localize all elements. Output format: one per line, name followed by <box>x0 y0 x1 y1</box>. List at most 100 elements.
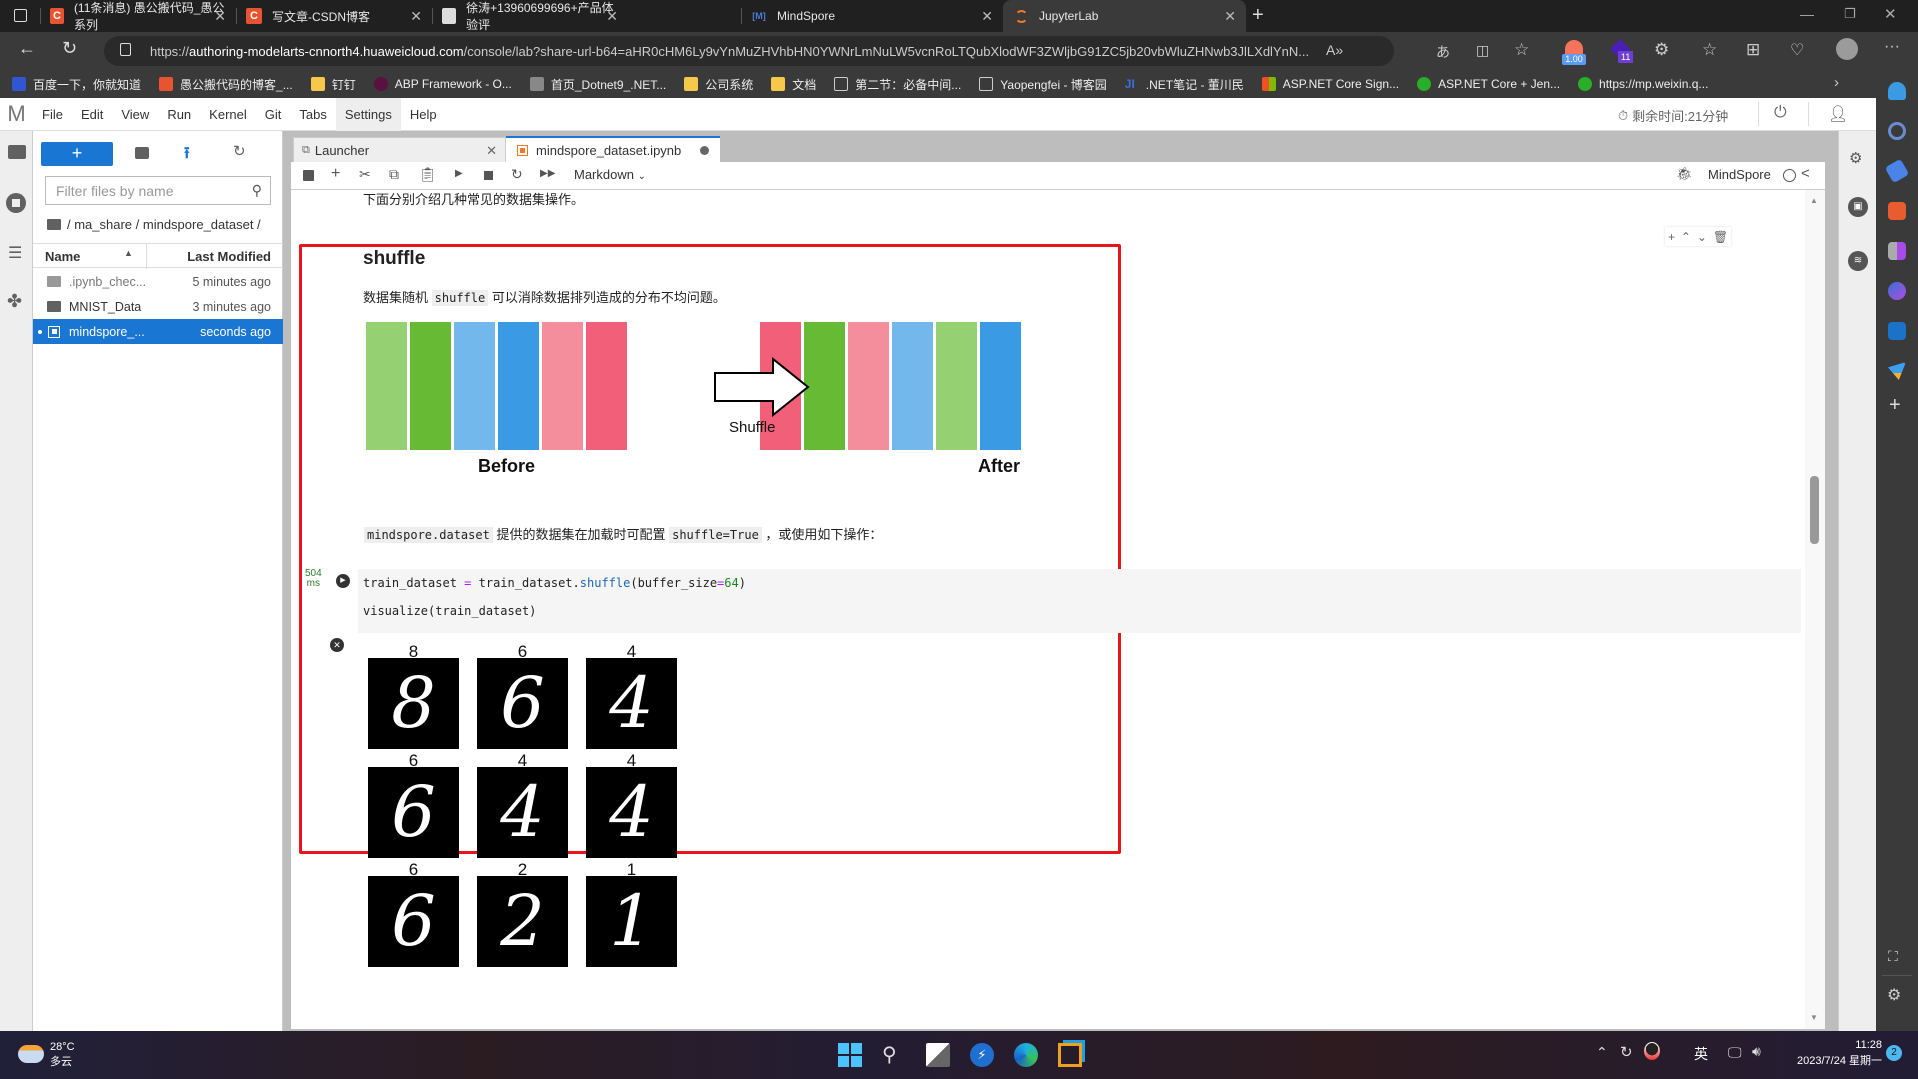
browser-tab-jupyterlab[interactable]: JupyterLab ✕ <box>1003 0 1246 32</box>
browser-tab-doc[interactable]: 徐涛+13960699696+产品体验评 ✕ <box>432 0 628 32</box>
games-icon[interactable] <box>1888 242 1906 260</box>
bookmark-item[interactable]: 钉钉 <box>310 76 356 93</box>
close-tab-icon[interactable]: ✕ <box>410 8 422 25</box>
url-input[interactable]: https://authoring-modelarts-cnnorth4.hua… <box>104 36 1394 66</box>
bookmark-item[interactable]: 首页_Dotnet9_.NET... <box>529 76 666 93</box>
power-icon[interactable]: ⏻ <box>1774 104 1787 122</box>
column-name[interactable]: Name <box>45 249 80 264</box>
weather-cloud-icon[interactable] <box>18 1045 44 1063</box>
interrupt-kernel-icon[interactable] <box>484 171 493 180</box>
browser-tab-csdn-write[interactable]: C 写文章-CSDN博客 ✕ <box>236 0 432 32</box>
new-folder-icon[interactable] <box>135 147 149 159</box>
vertical-scrollbar[interactable]: ▲ ▼ <box>1805 190 1825 1029</box>
scrollbar-thumb[interactable] <box>1810 476 1819 544</box>
user-icon[interactable]: 👤︎ <box>1828 104 1848 124</box>
search-icon[interactable] <box>1888 122 1906 140</box>
network-icon[interactable]: 🖵︎ <box>1728 1044 1742 1061</box>
more-menu-icon[interactable]: ··· <box>1884 38 1900 56</box>
bookmark-item[interactable]: ABP Framework - O... <box>373 77 512 91</box>
favorites-list-icon[interactable]: ☆ <box>1702 40 1717 60</box>
file-row[interactable]: MNIST_Data 3 minutes ago <box>33 294 283 319</box>
paste-icon[interactable]: 📋︎ <box>419 166 437 183</box>
copy-icon[interactable]: ⧉ <box>389 166 399 183</box>
column-last-modified[interactable]: Last Modified <box>187 249 271 264</box>
cell-type-select[interactable]: Markdown ⌄ <box>574 167 646 182</box>
bookmark-item[interactable]: JI .NET笔记 - 董川民 <box>1125 76 1244 93</box>
filter-files-input[interactable]: Filter files by name ⚲ <box>45 176 271 205</box>
close-tab-icon[interactable]: ✕ <box>214 8 226 25</box>
qq-icon[interactable] <box>1644 1042 1660 1060</box>
add-cell-icon[interactable]: + <box>1668 230 1675 244</box>
move-down-icon[interactable]: ⌄ <box>1697 230 1707 244</box>
bookmark-item[interactable]: 愚公搬代码的博客_... <box>159 76 293 93</box>
folder-icon[interactable] <box>8 145 26 159</box>
tools-icon[interactable] <box>1888 202 1906 220</box>
bookmarks-more-chevron-icon[interactable]: › <box>1834 74 1839 91</box>
save-icon[interactable] <box>303 170 314 181</box>
running-sessions-icon[interactable] <box>6 193 26 213</box>
scroll-down-icon[interactable]: ▼ <box>1810 1013 1818 1022</box>
property-inspector-gears-icon[interactable]: ⚙ <box>1849 149 1862 167</box>
menu-settings[interactable]: Settings <box>335 97 401 131</box>
minimize-button[interactable]: — <box>1800 6 1814 22</box>
folder-icon[interactable] <box>47 219 61 230</box>
profile-avatar[interactable] <box>1836 38 1858 60</box>
add-sidebar-app-icon[interactable]: + <box>1889 394 1901 417</box>
back-button[interactable]: ← <box>18 38 36 59</box>
taskbar-search-icon[interactable]: ⚲ <box>882 1043 906 1067</box>
run-cell-icon[interactable]: ▶ <box>455 168 463 179</box>
menu-edit[interactable]: Edit <box>72 98 112 131</box>
remote-desktop-icon[interactable] <box>1058 1043 1082 1067</box>
bookmark-item[interactable]: 公司系统 <box>684 76 753 93</box>
menu-kernel[interactable]: Kernel <box>200 98 256 131</box>
close-tab-icon[interactable]: ✕ <box>606 8 618 25</box>
tab-actions-icon[interactable] <box>14 9 27 22</box>
file-row-selected[interactable]: mindspore_... seconds ago <box>33 319 283 344</box>
doc-tab-launcher[interactable]: ⧉ Launcher ✕ <box>293 137 506 163</box>
bookmark-item[interactable]: 第二节：必备中间... <box>834 76 961 93</box>
bookmark-item[interactable]: ASP.NET Core + Jen... <box>1417 77 1560 91</box>
code-editor[interactable]: train_dataset = train_dataset.shuffle(bu… <box>358 569 1801 633</box>
notification-bell-icon[interactable] <box>1888 82 1906 100</box>
read-aloud-icon[interactable]: A» <box>1326 42 1343 58</box>
ime-indicator[interactable]: 英 <box>1694 1044 1708 1064</box>
bookmark-item[interactable]: 百度一下，你就知道 <box>12 76 141 93</box>
file-row[interactable]: .ipynb_chec... 5 minutes ago <box>33 269 283 294</box>
close-tab-icon[interactable]: ✕ <box>486 143 497 159</box>
weather-widget[interactable]: 28°C 多云 <box>50 1040 75 1070</box>
edge-browser-icon[interactable] <box>1014 1043 1038 1067</box>
debugger-bug-icon[interactable]: 🐞︎ <box>1676 166 1693 182</box>
bookmark-item[interactable]: https://mp.weixin.q... <box>1578 77 1708 91</box>
run-all-icon[interactable]: ▶▶ <box>540 168 555 179</box>
show-hidden-icons-chevron[interactable]: ⌃ <box>1596 1044 1608 1061</box>
upload-icon[interactable]: ⭱ <box>184 142 190 169</box>
close-tab-icon[interactable]: ✕ <box>981 8 993 25</box>
menu-help[interactable]: Help <box>401 98 446 131</box>
translate-icon[interactable]: あ <box>1436 42 1450 62</box>
menu-run[interactable]: Run <box>158 98 200 131</box>
menu-file[interactable]: File <box>33 98 72 131</box>
split-screen-icon[interactable]: ◫ <box>1476 42 1489 59</box>
browser-health-icon[interactable]: ♡ <box>1790 40 1804 60</box>
browser-tab-mindspore[interactable]: [M] MindSpore ✕ <box>741 0 1003 32</box>
outlook-icon[interactable] <box>1888 322 1906 340</box>
menu-git[interactable]: Git <box>256 98 291 131</box>
clock[interactable]: 11:28 2023/7/24 星期一 <box>1782 1037 1882 1069</box>
bookmark-item[interactable]: ASP.NET Core Sign... <box>1261 77 1399 91</box>
menu-view[interactable]: View <box>112 98 158 131</box>
share-icon[interactable]: < <box>1801 165 1810 182</box>
toc-list-icon[interactable]: ☰ <box>8 243 22 263</box>
price-extension-icon[interactable]: 1.00 <box>1562 40 1586 65</box>
restore-button[interactable]: ❐ <box>1844 6 1856 22</box>
extension-badge-icon[interactable]: 11 <box>1610 39 1634 64</box>
close-window-button[interactable]: ✕ <box>1884 5 1897 23</box>
insert-cell-icon[interactable]: + <box>331 165 340 183</box>
delete-cell-icon[interactable]: 🗑︎ <box>1713 230 1728 244</box>
telegram-send-icon[interactable] <box>1888 362 1906 380</box>
move-up-icon[interactable]: ⌃ <box>1681 230 1691 244</box>
new-launcher-button[interactable]: + <box>41 142 113 166</box>
bookmark-item[interactable]: Yaopengfei - 博客园 <box>979 76 1107 93</box>
favorite-star-icon[interactable]: ☆ <box>1514 40 1529 60</box>
volume-icon[interactable]: 🔊︎ <box>1752 1043 1761 1060</box>
extensions-puzzle-icon[interactable]: ⚙ <box>1654 40 1669 60</box>
